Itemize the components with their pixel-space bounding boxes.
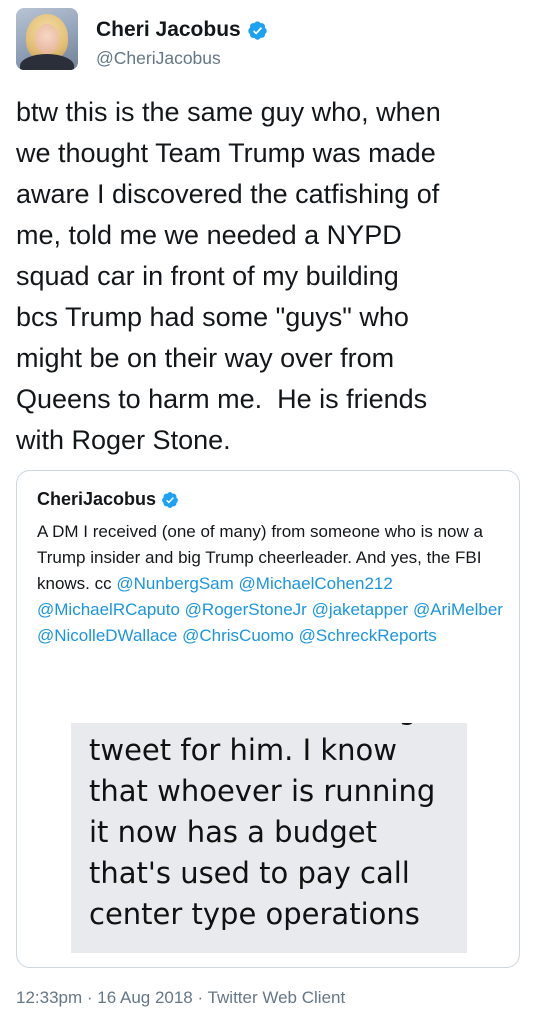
avatar-shoulders	[20, 54, 74, 70]
verified-badge-icon	[162, 491, 178, 508]
tweet-footer: 12:33pm · 16 Aug 2018 · Twitter Web Clie…	[16, 988, 345, 1008]
tweet-text: btw this is the same guy who, when we th…	[16, 97, 441, 455]
quoted-tweet-text: A DM I received (one of many) from someo…	[37, 519, 507, 649]
avatar-face	[35, 24, 59, 54]
tweet-client[interactable]: Twitter Web Client	[208, 988, 346, 1007]
author-display-name[interactable]: Cheri Jacobus	[96, 18, 241, 42]
mention-link[interactable]: @ChrisCuomo	[182, 626, 294, 645]
mention-link[interactable]: @MichaelRCaputo	[37, 600, 180, 619]
mention-link[interactable]: @SchreckReports	[299, 626, 437, 645]
mention-link[interactable]: @AriMelber	[413, 600, 503, 619]
verified-badge-icon	[248, 20, 267, 40]
footer-separator: ·	[192, 988, 208, 1007]
author-name-row: Cheri Jacobus	[96, 18, 268, 42]
mention-link[interactable]: @jaketapper	[312, 600, 409, 619]
tweet-header: Cheri Jacobus @CheriJacobus	[16, 8, 521, 72]
mention-link[interactable]: @NicolleDWallace	[37, 626, 177, 645]
mention-link[interactable]: @RogerStoneJr	[185, 600, 307, 619]
tweet-time[interactable]: 12:33pm	[16, 988, 82, 1007]
quoted-tweet-image[interactable]: let Stone and Nunberg tweet for him. I k…	[71, 723, 467, 953]
tweet-date[interactable]: 16 Aug 2018	[97, 988, 192, 1007]
quoted-author-name[interactable]: CheriJacobus	[37, 489, 156, 510]
dm-screenshot-text: let Stone and Nunberg tweet for him. I k…	[89, 723, 436, 931]
mention-link[interactable]: @MichaelCohen212	[239, 574, 393, 593]
quoted-author-row: CheriJacobus	[37, 489, 179, 510]
mention-link[interactable]: @NunbergSam	[116, 574, 233, 593]
quoted-tweet-card[interactable]: CheriJacobus A DM I received (one of man…	[16, 470, 520, 968]
footer-separator: ·	[82, 988, 98, 1007]
avatar[interactable]	[16, 8, 78, 70]
author-handle[interactable]: @CheriJacobus	[96, 48, 221, 69]
